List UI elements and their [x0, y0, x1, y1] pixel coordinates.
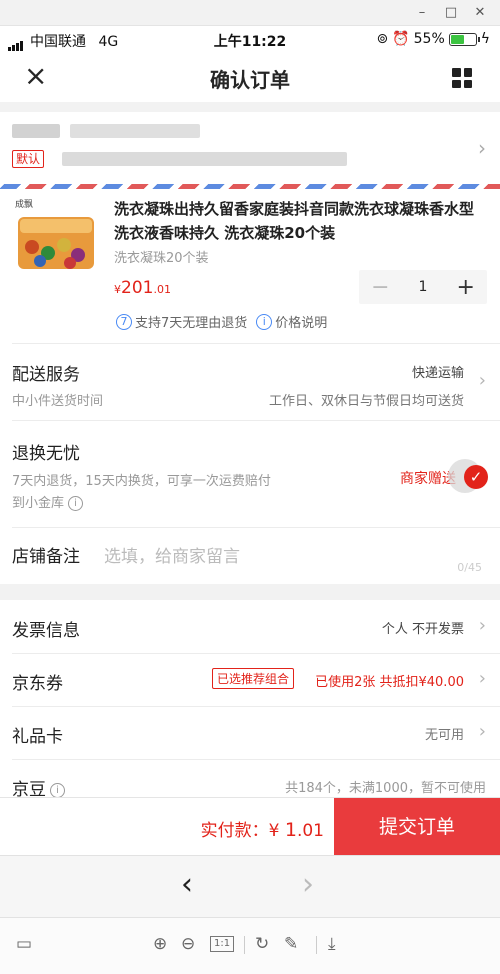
info-icon[interactable]: i — [50, 782, 65, 797]
product-image-brand: 成飘 — [15, 198, 33, 210]
battery-level — [450, 34, 464, 44]
actual-size-icon[interactable]: 1:1 — [210, 936, 235, 952]
address-name-blurred — [12, 124, 60, 138]
download-icon[interactable]: ⤓ — [328, 934, 336, 954]
section-divider — [0, 584, 500, 600]
product-name[interactable]: 洗衣凝珠出持久留香家庭装抖音同款洗衣球凝珠香水型洗衣液香味持久 洗衣凝珠20个装 — [114, 197, 484, 245]
viewer-toolbar: ▭ ⊕ ⊖ 1:1 ↻ ✎ ⤓ — [0, 917, 500, 974]
return-worry-desc: 7天内退货，15天内换货，可享一次运费赔付 — [12, 474, 271, 489]
product-image[interactable]: 成飘 — [12, 195, 102, 285]
seven-day-return-icon: 7 — [116, 313, 132, 330]
edit-icon[interactable]: ✎ — [284, 934, 298, 954]
page-title: 确认订单 — [210, 68, 290, 92]
total-payment: 实付款：¥ 1.01 — [200, 819, 324, 841]
return-worry-row: 退换无忧 7天内退货，15天内换货，可享一次运费赔付 到小金库 i 商家赠送 ✓ — [0, 421, 500, 527]
quantity-plus-button[interactable]: + — [444, 275, 487, 300]
info-icon: i — [256, 313, 273, 330]
default-address-tag: 默认 — [12, 150, 45, 168]
delivery-method: 快递运输 — [411, 366, 464, 381]
screen-icon[interactable]: ▭ — [16, 934, 32, 954]
delivery-sub: 中小件送货时间 — [12, 394, 104, 409]
invoice-label: 发票信息 — [12, 621, 80, 641]
zoom-out-icon[interactable]: ⊖ — [181, 934, 195, 954]
section-divider — [0, 102, 500, 112]
minimize-button[interactable]: – — [407, 2, 437, 24]
address-detail-blurred — [62, 152, 347, 166]
back-icon[interactable]: ‹ — [181, 868, 193, 902]
delivery-schedule: 工作日、双休日与节假日均可送货 — [268, 394, 464, 409]
jingdou-label: 京豆 — [12, 780, 46, 797]
giftcard-label: 礼品卡 — [12, 727, 63, 747]
address-card[interactable]: 默认 › — [0, 112, 500, 184]
invoice-row[interactable]: 发票信息 个人 不开发票 › — [0, 600, 500, 653]
giftcard-value: 无可用 — [424, 728, 464, 743]
quantity-value[interactable]: 1 — [402, 279, 445, 295]
page-header: × 确认订单 — [0, 54, 500, 102]
coupon-row[interactable]: 京东券 已选推荐组合 已使用2张 共抵扣¥40.00 › — [0, 654, 500, 706]
chevron-right-icon: › — [478, 136, 486, 160]
address-phone-blurred — [70, 124, 200, 138]
browser-nav-bar: ‹ › — [0, 855, 500, 917]
battery-percent: 55% — [413, 31, 445, 47]
close-window-button[interactable]: ✕ — [465, 2, 495, 24]
checkmark-icon[interactable]: ✓ — [464, 465, 488, 489]
quantity-stepper: − 1 + — [359, 270, 487, 304]
chevron-right-icon: › — [478, 721, 486, 742]
checkout-bar: 实付款：¥ 1.01 提交订单 — [0, 797, 500, 856]
remark-row: 店铺备注 选填，给商家留言 0/45 — [0, 528, 500, 584]
rotate-icon[interactable]: ↻ — [255, 934, 269, 954]
coupon-recommend-tag: 已选推荐组合 — [212, 668, 295, 689]
jingdou-value: 共184个，未满1000，暂不可使用 — [285, 781, 486, 796]
maximize-button[interactable]: □ — [436, 2, 466, 24]
battery-icon — [448, 32, 480, 46]
remark-label: 店铺备注 — [12, 547, 80, 567]
more-grid-icon[interactable] — [452, 68, 472, 88]
zoom-in-icon[interactable]: ⊕ — [153, 934, 167, 954]
product-spec: 洗衣凝珠20个装 — [114, 251, 209, 266]
giftcard-row[interactable]: 礼品卡 无可用 › — [0, 707, 500, 759]
submit-order-button[interactable]: 提交订单 — [334, 798, 500, 856]
info-icon[interactable]: i — [68, 496, 84, 511]
delivery-row[interactable]: 配送服务 中小件送货时间 快递运输 工作日、双休日与节假日均可送货 › — [0, 344, 500, 420]
price-info-link[interactable]: 价格说明 — [275, 312, 327, 331]
remark-counter: 0/45 — [457, 561, 482, 574]
status-bar: 中国联通 4G 上午11:22 ⊚ ⏰ 55% ϟ — [0, 26, 500, 54]
product-price: ¥201.01 — [114, 278, 171, 298]
product-card: 成飘 洗衣凝珠出持久留香家庭装抖音同款洗衣球凝珠香水型洗衣液香味持久 洗衣凝珠2… — [0, 189, 500, 344]
return-worry-desc-2: 到小金库 — [12, 496, 65, 511]
orientation-lock-icon: ⊚ — [376, 31, 389, 47]
service-promises: 7 支持7天无理由退货 i 价格说明 — [116, 312, 327, 331]
quantity-minus-button[interactable]: − — [359, 275, 402, 300]
return-worry-label: 退换无忧 — [12, 444, 80, 464]
forward-icon[interactable]: › — [302, 868, 314, 902]
coupon-label: 京东券 — [12, 674, 63, 694]
chevron-right-icon: › — [478, 370, 486, 391]
return-policy-text[interactable]: 支持7天无理由退货 — [135, 312, 247, 331]
chevron-right-icon: › — [478, 668, 486, 689]
remark-input[interactable]: 选填，给商家留言 — [104, 542, 240, 567]
alarm-icon: ⏰ — [392, 31, 410, 47]
coupon-value: 已使用2张 共抵扣¥40.00 — [315, 675, 464, 690]
delivery-label: 配送服务 — [12, 365, 80, 385]
window-title-bar: – □ ✕ — [0, 0, 500, 26]
invoice-value: 个人 不开发票 — [381, 622, 464, 637]
charging-icon: ϟ — [480, 31, 490, 47]
chevron-right-icon: › — [478, 615, 486, 636]
jingdou-row: 京豆 i 共184个，未满1000，暂不可使用 — [0, 760, 500, 797]
